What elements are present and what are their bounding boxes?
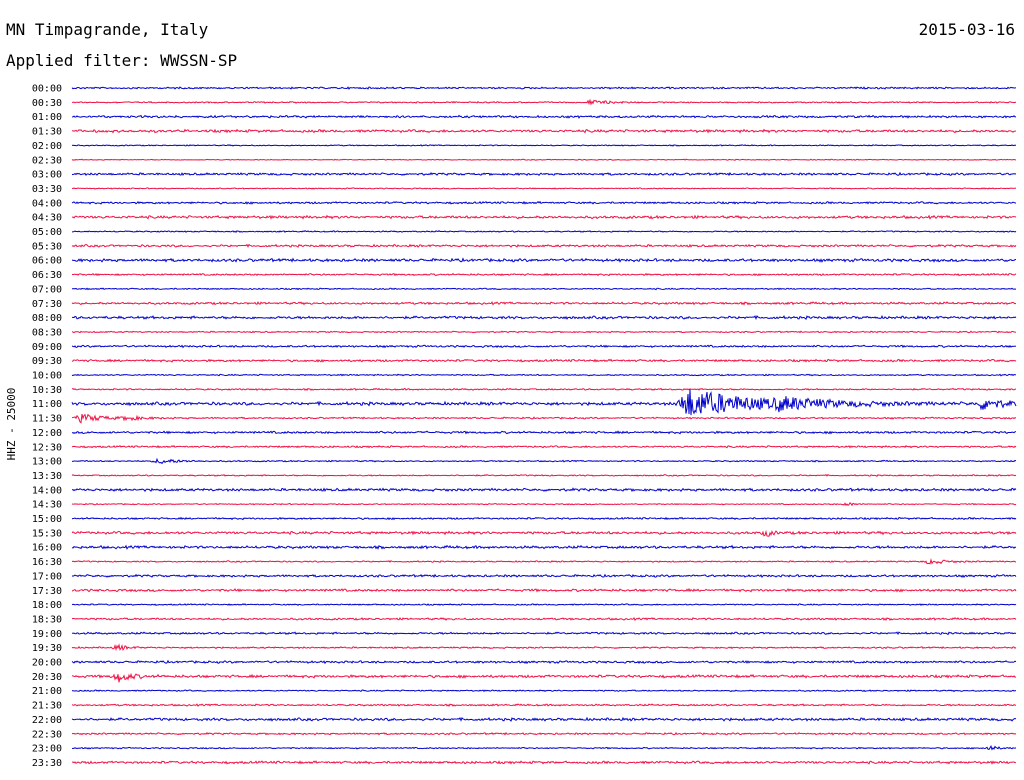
trace-line [71, 430, 1017, 435]
row-time-label: 12:30 [32, 442, 62, 453]
row-time-label: 07:00 [32, 284, 62, 295]
row-time-label: 06:30 [32, 270, 62, 281]
trace-line [71, 114, 1017, 119]
trace-line [71, 301, 1017, 306]
trace-line [71, 272, 1017, 277]
trace-line [71, 457, 1017, 465]
row-time-label: 16:30 [32, 557, 62, 568]
trace-line [71, 716, 1017, 722]
row-time-label: 00:30 [32, 98, 62, 109]
row-time-label: 23:30 [32, 758, 62, 769]
trace-line [71, 287, 1017, 291]
trace-line [71, 616, 1017, 622]
trace-line [71, 171, 1017, 177]
trace-line [71, 643, 1017, 652]
row-time-label: 23:00 [32, 744, 62, 755]
trace-line [71, 314, 1017, 321]
row-time-label: 13:00 [32, 457, 62, 468]
row-time-label: 14:00 [32, 485, 62, 496]
row-time-label: 05:30 [32, 241, 62, 252]
row-time-label: 21:00 [32, 686, 62, 697]
trace-line [71, 387, 1017, 392]
row-time-label: 22:30 [32, 729, 62, 740]
row-time-label: 16:00 [32, 543, 62, 554]
row-time-label: 04:30 [32, 213, 62, 224]
trace-line [71, 516, 1017, 521]
row-time-label: 15:30 [32, 528, 62, 539]
row-time-label: 14:30 [32, 500, 62, 511]
row-time-label: 05:00 [32, 227, 62, 238]
row-time-label: 11:00 [32, 399, 62, 410]
trace-line [71, 529, 1017, 537]
row-time-label: 15:00 [32, 514, 62, 525]
row-time-label: 11:30 [32, 414, 62, 425]
trace-line [71, 502, 1017, 507]
trace-line [71, 760, 1017, 765]
row-time-label: 08:30 [32, 327, 62, 338]
seismogram-plot: 00:00 00:30 01:00 01:30 02:00 02:30 03:00 03:30… [5, 84, 1017, 769]
row-time-label: 17:30 [32, 586, 62, 597]
row-time-label: 09:00 [32, 342, 62, 353]
trace-line [71, 330, 1017, 334]
trace-line [71, 744, 1017, 751]
row-time-label: 10:00 [32, 371, 62, 382]
trace-line [71, 487, 1017, 493]
trace-line [71, 659, 1017, 665]
trace-line [71, 558, 1017, 565]
trace-line [71, 144, 1017, 147]
trace-line [71, 445, 1017, 449]
trace-line [71, 344, 1017, 349]
row-time-label: 13:30 [32, 471, 62, 482]
trace-line [71, 603, 1017, 607]
row-time-label: 09:30 [32, 356, 62, 367]
row-time-label: 03:00 [32, 170, 62, 181]
row-time-label: 18:30 [32, 614, 62, 625]
trace-rows: 00:00 00:30 01:00 01:30 02:00 02:30 03:00 03:30… [32, 84, 1017, 769]
row-time-label: 12:00 [32, 428, 62, 439]
row-time-label: 21:30 [32, 701, 62, 712]
row-time-label: 19:30 [32, 643, 62, 654]
trace-line [71, 573, 1017, 578]
row-time-label: 02:30 [32, 155, 62, 166]
trace-line [71, 587, 1017, 593]
trace-line [71, 373, 1017, 377]
row-time-label: 10:30 [32, 385, 62, 396]
row-time-label: 00:00 [32, 84, 62, 95]
trace-line [71, 128, 1017, 134]
row-time-label: 18:00 [32, 600, 62, 611]
row-time-label: 20:30 [32, 672, 62, 683]
row-time-label: 08:00 [32, 313, 62, 324]
trace-line [71, 544, 1017, 550]
row-time-label: 02:00 [32, 141, 62, 152]
trace-line [71, 631, 1017, 636]
trace-line [71, 214, 1017, 220]
trace-line [71, 243, 1017, 248]
trace-line [71, 731, 1017, 736]
trace-line [71, 389, 1017, 416]
trace-line [71, 413, 1017, 424]
trace-line [71, 187, 1017, 190]
trace-line [71, 200, 1017, 205]
row-time-label: 01:00 [32, 112, 62, 123]
row-time-label: 22:00 [32, 715, 62, 726]
row-time-label: 03:30 [32, 184, 62, 195]
row-time-label: 01:30 [32, 127, 62, 138]
trace-line [71, 672, 1017, 683]
row-time-label: 20:00 [32, 658, 62, 669]
trace-line [71, 473, 1017, 477]
trace-line [71, 230, 1017, 233]
trace-line [71, 689, 1017, 693]
trace-line [71, 257, 1017, 263]
trace-line [71, 703, 1017, 707]
row-time-label: 07:30 [32, 299, 62, 310]
y-axis-label: HHZ - 25000 [5, 388, 18, 461]
row-time-label: 04:00 [32, 198, 62, 209]
row-time-label: 06:00 [32, 256, 62, 267]
trace-line [71, 358, 1017, 363]
trace-line [71, 98, 1017, 106]
row-time-label: 17:00 [32, 571, 62, 582]
trace-line [71, 158, 1017, 161]
row-time-label: 19:00 [32, 629, 62, 640]
trace-line [71, 86, 1017, 90]
